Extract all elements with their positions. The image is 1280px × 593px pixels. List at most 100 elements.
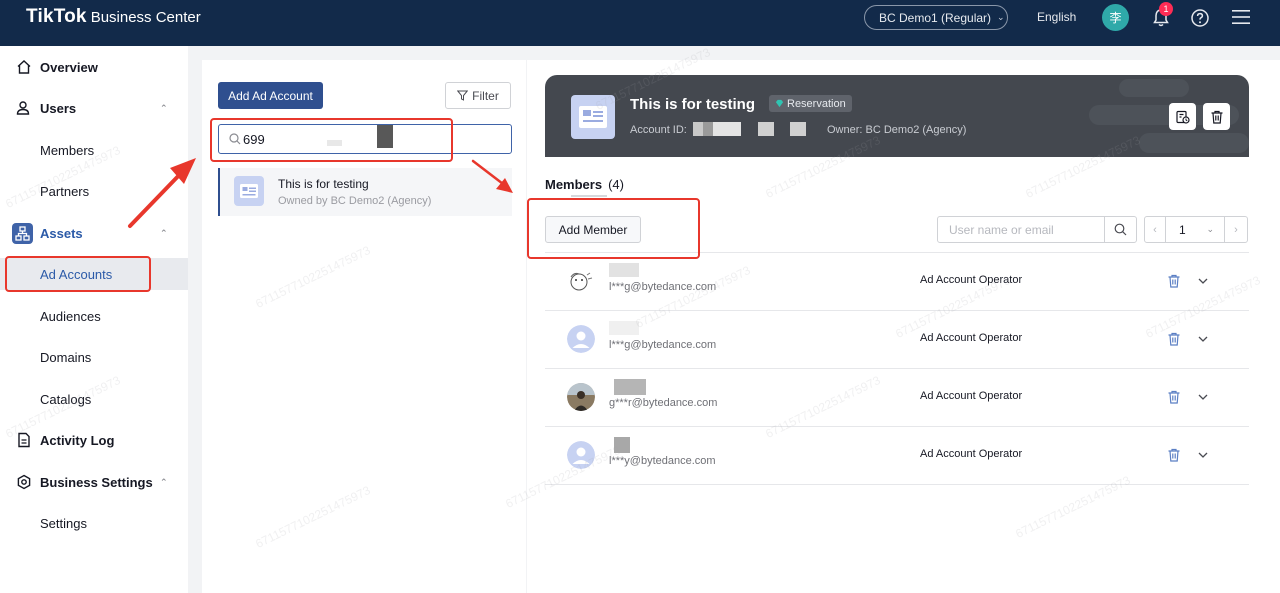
member-email: g***r@bytedance.com bbox=[609, 397, 718, 409]
member-role: Ad Account Operator bbox=[920, 448, 1023, 460]
sidebar-item-label: Domains bbox=[40, 349, 92, 365]
search-icon bbox=[1114, 223, 1127, 236]
sidebar-item-label: Activity Log bbox=[40, 432, 115, 448]
business-center-switcher[interactable]: BC Demo1 (Regular) ⌄ bbox=[864, 5, 1008, 30]
member-email: l***g@bytedance.com bbox=[609, 339, 717, 351]
bc-switcher-label: BC Demo1 (Regular) bbox=[879, 10, 992, 25]
ad-account-name: This is for testing bbox=[278, 177, 369, 191]
diamond-icon bbox=[775, 99, 784, 108]
chevron-down-icon: ⌄ bbox=[997, 12, 1005, 22]
redaction-block bbox=[377, 125, 393, 148]
member-avatar bbox=[567, 441, 595, 469]
top-navigation-bar: TikTok Business Center BC Demo1 (Regular… bbox=[0, 0, 1280, 46]
ad-account-header: This is for testing Reservation Account … bbox=[545, 75, 1249, 157]
sidebar-group-business-settings[interactable]: Business Settings ⌃ bbox=[0, 466, 188, 498]
language-selector[interactable]: English bbox=[1037, 10, 1076, 24]
sidebar-item-label: Partners bbox=[40, 183, 90, 199]
sidebar-item-overview[interactable]: Overview bbox=[0, 51, 188, 83]
sidebar-item-audiences[interactable]: Audiences bbox=[0, 300, 188, 332]
user-avatar[interactable]: 李 bbox=[1102, 4, 1129, 31]
help-icon[interactable] bbox=[1190, 8, 1210, 28]
sidebar-navigation: Overview Users ⌃ Members Partners Assets… bbox=[0, 46, 188, 593]
reservation-badge: Reservation bbox=[769, 95, 852, 112]
sidebar-group-users[interactable]: Users ⌃ bbox=[0, 92, 188, 124]
sidebar-item-domains[interactable]: Domains bbox=[0, 341, 188, 373]
add-ad-account-button[interactable]: Add Ad Account bbox=[218, 82, 323, 109]
member-avatar bbox=[567, 325, 595, 353]
ad-account-owner: Owner: BC Demo2 (Agency) bbox=[827, 124, 967, 136]
search-icon bbox=[229, 133, 241, 145]
ad-account-thumbnail bbox=[571, 95, 615, 139]
sidebar-item-label: Catalogs bbox=[40, 391, 92, 407]
sidebar-item-label: Settings bbox=[40, 515, 87, 531]
badge-label: Reservation bbox=[787, 97, 846, 110]
document-icon bbox=[18, 432, 30, 448]
sidebar-group-label: Assets bbox=[40, 225, 83, 241]
member-role: Ad Account Operator bbox=[920, 390, 1023, 402]
brand-name: TikTok bbox=[26, 6, 87, 27]
member-row: l***g@bytedance.com Ad Account Operator bbox=[545, 253, 1249, 311]
home-icon bbox=[17, 60, 31, 74]
chevron-up-icon[interactable]: ⌃ bbox=[160, 477, 168, 488]
chevron-up-icon[interactable]: ⌃ bbox=[160, 103, 168, 114]
sidebar-item-members[interactable]: Members bbox=[0, 134, 188, 166]
chevron-up-icon[interactable]: ⌃ bbox=[160, 228, 168, 239]
member-row: g***r@bytedance.com Ad Account Operator bbox=[545, 369, 1249, 427]
sidebar-item-label: Audiences bbox=[40, 308, 101, 324]
chevron-down-icon[interactable] bbox=[1196, 448, 1210, 462]
filter-icon bbox=[457, 90, 469, 101]
sidebar-item-ad-accounts[interactable]: Ad Accounts bbox=[0, 258, 188, 290]
sidebar-item-catalogs[interactable]: Catalogs bbox=[0, 383, 188, 415]
trash-icon[interactable] bbox=[1167, 274, 1181, 288]
settings-hexagon-icon bbox=[17, 474, 31, 490]
sidebar-group-label: Business Settings bbox=[40, 474, 153, 490]
search-value: 699 bbox=[243, 131, 265, 147]
search-placeholder: User name or email bbox=[949, 222, 1054, 237]
page-selector[interactable]: 1 ⌄ bbox=[1165, 216, 1225, 243]
redaction-block bbox=[790, 122, 806, 136]
archive-button[interactable] bbox=[1169, 103, 1196, 130]
redaction-block bbox=[758, 122, 774, 136]
sidebar-item-partners[interactable]: Partners bbox=[0, 175, 188, 207]
chevron-down-icon[interactable] bbox=[1196, 390, 1210, 404]
hamburger-menu-icon[interactable] bbox=[1232, 9, 1250, 25]
sidebar-item-settings[interactable]: Settings bbox=[0, 507, 188, 539]
redaction-block bbox=[693, 122, 703, 136]
redaction-block bbox=[703, 122, 713, 136]
ad-account-search-input[interactable]: 699 bbox=[218, 124, 512, 154]
ad-account-title: This is for testing bbox=[630, 96, 756, 113]
add-member-button[interactable]: Add Member bbox=[545, 216, 641, 243]
tiktok-business-center-logo[interactable]: TikTok Business Center bbox=[26, 6, 201, 28]
member-email: l***g@bytedance.com bbox=[609, 281, 717, 293]
trash-icon[interactable] bbox=[1167, 390, 1181, 404]
redacted-member-name bbox=[614, 437, 630, 453]
notification-badge: 1 bbox=[1159, 2, 1173, 16]
member-search-input[interactable]: User name or email bbox=[937, 216, 1137, 243]
members-count: (4) bbox=[608, 177, 624, 192]
member-avatar bbox=[567, 267, 595, 295]
previous-page-button[interactable]: ‹ bbox=[1144, 216, 1166, 243]
chevron-down-icon[interactable] bbox=[1196, 274, 1210, 288]
sidebar-group-assets[interactable]: Assets ⌃ bbox=[0, 217, 188, 249]
member-row: l***g@bytedance.com Ad Account Operator bbox=[545, 311, 1249, 369]
trash-icon bbox=[1211, 110, 1222, 124]
members-tab[interactable]: Members (4) bbox=[545, 177, 624, 192]
members-tab-label: Members bbox=[545, 177, 603, 192]
chevron-down-icon: ⌄ bbox=[1206, 224, 1214, 234]
trash-icon[interactable] bbox=[1167, 332, 1181, 346]
filter-button[interactable]: Filter bbox=[445, 82, 511, 109]
chevron-down-icon[interactable] bbox=[1196, 332, 1210, 346]
member-role: Ad Account Operator bbox=[920, 332, 1023, 344]
delete-ad-account-button[interactable] bbox=[1203, 103, 1230, 130]
trash-icon[interactable] bbox=[1167, 448, 1181, 462]
sidebar-item-label: Overview bbox=[40, 59, 98, 75]
member-search-button[interactable] bbox=[1104, 217, 1136, 242]
ad-account-owner: Owned by BC Demo2 (Agency) bbox=[278, 195, 432, 207]
redaction-block bbox=[327, 140, 342, 146]
next-page-button[interactable]: › bbox=[1224, 216, 1248, 243]
sidebar-item-label: Members bbox=[40, 142, 95, 158]
ad-account-list-panel: Add Ad Account Filter 699 This is for te… bbox=[202, 60, 526, 593]
ad-account-list-item[interactable]: This is for testing Owned by BC Demo2 (A… bbox=[218, 168, 512, 216]
sidebar-item-activity-log[interactable]: Activity Log bbox=[0, 424, 188, 456]
account-id: Account ID: bbox=[630, 124, 687, 136]
